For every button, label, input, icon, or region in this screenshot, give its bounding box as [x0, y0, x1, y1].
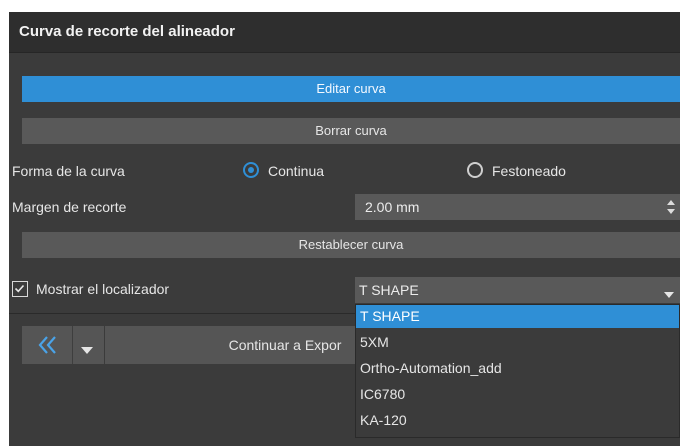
locator-dropdown-list: T SHAPE 5XM Ortho-Automation_add IC6780 …: [355, 304, 680, 438]
trim-curve-panel: Curva de recorte del alineador Editar cu…: [9, 12, 680, 446]
caret-down-icon: [664, 286, 674, 304]
panel-header: Curva de recorte del alineador: [9, 12, 680, 53]
trim-margin-label: Margen de recorte: [12, 199, 127, 215]
radio-continuous-label[interactable]: Continua: [268, 163, 324, 179]
dropdown-option[interactable]: T SHAPE: [356, 305, 679, 328]
back-menu-caret-icon[interactable]: [81, 342, 93, 360]
spin-arrows-icon[interactable]: [666, 197, 676, 217]
checkmark-icon: [14, 284, 25, 293]
edit-curve-button[interactable]: Editar curva: [22, 76, 680, 102]
trim-margin-value[interactable]: 2.00 mm: [365, 199, 419, 215]
delete-curve-button[interactable]: Borrar curva: [22, 118, 680, 144]
locator-select[interactable]: T SHAPE: [355, 277, 680, 303]
radio-scalloped[interactable]: [467, 162, 483, 178]
radio-continuous[interactable]: [243, 162, 259, 178]
double-chevron-left-icon[interactable]: [38, 336, 58, 359]
trim-margin-spinbox[interactable]: 2.00 mm: [355, 194, 680, 220]
show-locator-label[interactable]: Mostrar el localizador: [36, 281, 169, 297]
reset-curve-button[interactable]: Restablecer curva: [22, 232, 680, 258]
locator-selected-value: T SHAPE: [359, 282, 419, 298]
dropdown-option[interactable]: IC6780: [356, 383, 679, 406]
radio-scalloped-label[interactable]: Festoneado: [492, 163, 566, 179]
dropdown-option[interactable]: 5XM: [356, 331, 679, 354]
show-locator-checkbox[interactable]: [12, 281, 28, 297]
panel-title: Curva de recorte del alineador: [19, 23, 235, 40]
dropdown-option[interactable]: KA-120: [356, 409, 679, 432]
curve-shape-label: Forma de la curva: [12, 163, 125, 179]
dropdown-option[interactable]: Ortho-Automation_add: [356, 357, 679, 380]
back-button[interactable]: [22, 326, 104, 364]
